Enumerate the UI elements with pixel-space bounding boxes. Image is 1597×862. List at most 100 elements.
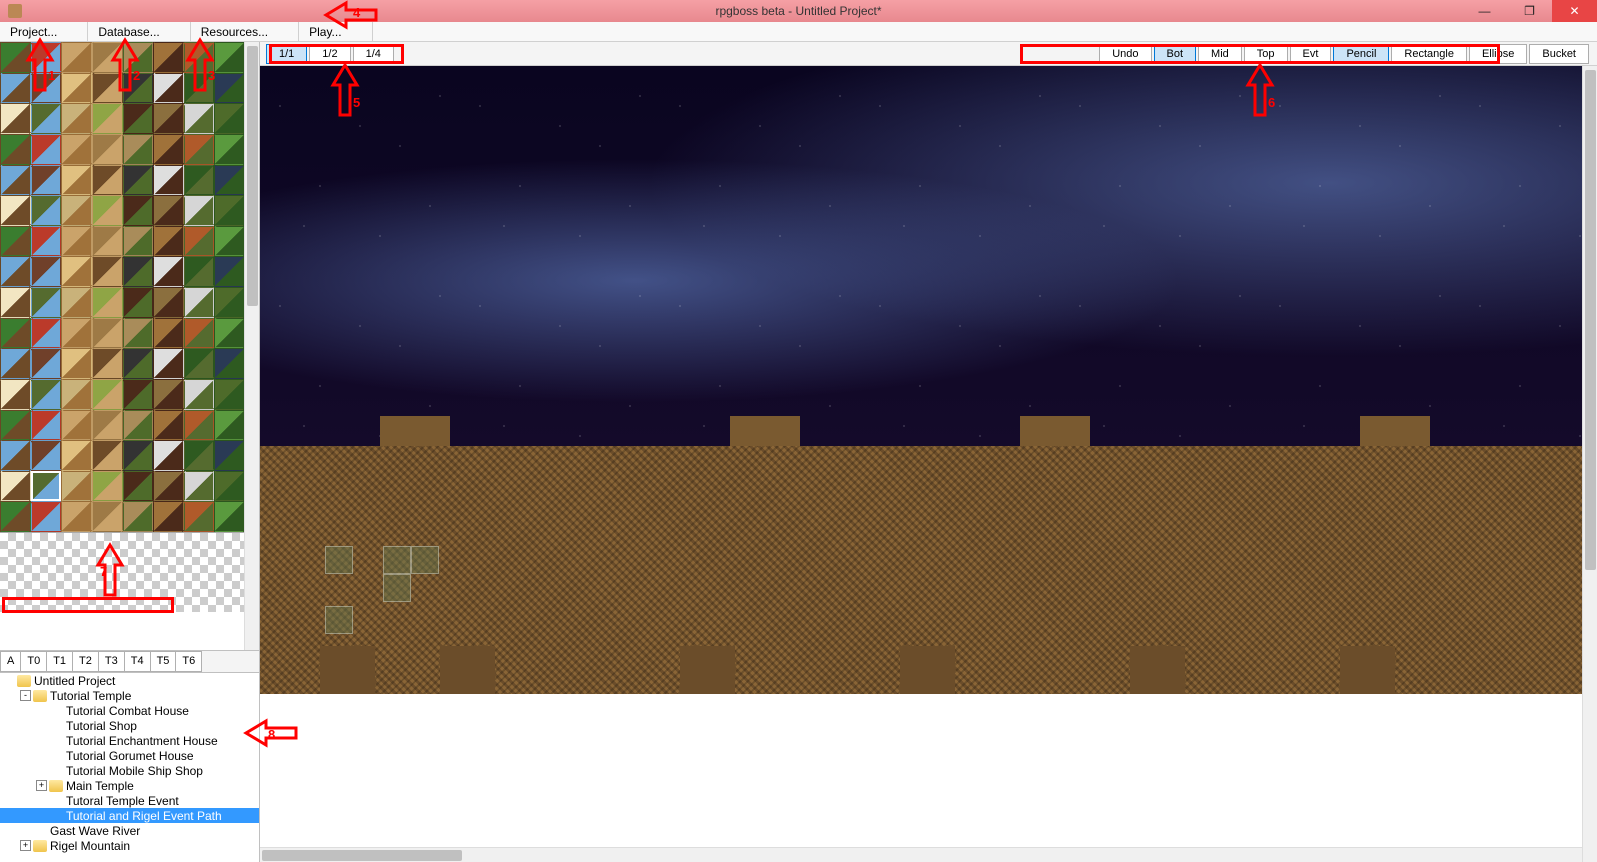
map-event-marker[interactable] <box>383 546 411 574</box>
palette-tile[interactable] <box>0 501 31 532</box>
palette-tile[interactable] <box>214 410 245 441</box>
tileset-tab-t3[interactable]: T3 <box>98 651 125 672</box>
palette-tile[interactable] <box>153 134 184 165</box>
palette-tile[interactable] <box>153 73 184 104</box>
map-event-marker[interactable] <box>325 606 353 634</box>
tree-item[interactable]: Tutorial Enchantment House <box>0 733 259 748</box>
tileset-tab-a[interactable]: A <box>0 651 21 672</box>
palette-tile[interactable] <box>123 348 154 379</box>
map-event-marker[interactable] <box>411 546 439 574</box>
palette-tile[interactable] <box>214 73 245 104</box>
palette-tile[interactable] <box>61 318 92 349</box>
palette-tile[interactable] <box>123 501 154 532</box>
palette-tile[interactable] <box>184 501 215 532</box>
palette-tile[interactable] <box>0 73 31 104</box>
tileset-tab-t6[interactable]: T6 <box>175 651 202 672</box>
tree-item[interactable]: Gast Wave River <box>0 823 259 838</box>
palette-tile[interactable] <box>31 287 62 318</box>
tree-item[interactable]: -Tutorial Temple <box>0 688 259 703</box>
palette-tile[interactable] <box>153 103 184 134</box>
palette-tile[interactable] <box>153 379 184 410</box>
tree-item[interactable]: +Main Temple <box>0 778 259 793</box>
palette-tile[interactable] <box>31 103 62 134</box>
palette-tile[interactable] <box>153 226 184 257</box>
zoom-1-1[interactable]: 1/1 <box>266 44 307 64</box>
palette-tile[interactable] <box>123 287 154 318</box>
palette-tile[interactable] <box>61 348 92 379</box>
palette-tile[interactable] <box>61 379 92 410</box>
tree-item[interactable]: Tutorial Shop <box>0 718 259 733</box>
menu-resources[interactable]: Resources... <box>191 22 299 41</box>
palette-tile[interactable] <box>184 103 215 134</box>
tree-item[interactable]: Tutorial Gorumet House <box>0 748 259 763</box>
tool-pencil-button[interactable]: Pencil <box>1333 44 1389 64</box>
palette-tile[interactable] <box>214 471 245 502</box>
palette-tile[interactable] <box>31 256 62 287</box>
palette-tile[interactable] <box>123 440 154 471</box>
tree-expander-icon[interactable]: + <box>20 840 31 851</box>
palette-tile[interactable] <box>214 134 245 165</box>
palette-tile[interactable] <box>31 134 62 165</box>
tree-expander-icon[interactable]: - <box>20 690 31 701</box>
zoom-1-2[interactable]: 1/2 <box>309 44 350 64</box>
tileset-tab-t2[interactable]: T2 <box>72 651 99 672</box>
palette-tile[interactable] <box>214 287 245 318</box>
layer-bot-button[interactable]: Bot <box>1154 44 1197 64</box>
palette-tile[interactable] <box>214 379 245 410</box>
tool-bucket-button[interactable]: Bucket <box>1529 44 1589 64</box>
layer-top-button[interactable]: Top <box>1244 44 1288 64</box>
tree-item[interactable]: Tutoral Temple Event <box>0 793 259 808</box>
palette-tile[interactable] <box>123 379 154 410</box>
palette-tile[interactable] <box>92 256 123 287</box>
palette-tile[interactable] <box>184 471 215 502</box>
palette-tile[interactable] <box>0 165 31 196</box>
palette-tile[interactable] <box>153 195 184 226</box>
palette-tile[interactable] <box>61 256 92 287</box>
palette-tile[interactable] <box>61 73 92 104</box>
palette-tile[interactable] <box>184 379 215 410</box>
tile-palette[interactable] <box>0 42 259 650</box>
tree-item[interactable]: Tutorial Mobile Ship Shop <box>0 763 259 778</box>
palette-tile[interactable] <box>92 195 123 226</box>
palette-tile[interactable] <box>0 256 31 287</box>
palette-tile[interactable] <box>92 287 123 318</box>
layer-mid-button[interactable]: Mid <box>1198 44 1242 64</box>
palette-tile[interactable] <box>214 348 245 379</box>
palette-tile[interactable] <box>153 348 184 379</box>
palette-tile[interactable] <box>0 195 31 226</box>
palette-tile[interactable] <box>31 165 62 196</box>
palette-tile[interactable] <box>92 440 123 471</box>
palette-tile[interactable] <box>123 134 154 165</box>
tree-item[interactable]: Tutorial and Rigel Event Path <box>0 808 259 823</box>
palette-tile[interactable] <box>92 103 123 134</box>
tileset-tab-t1[interactable]: T1 <box>46 651 73 672</box>
palette-tile[interactable] <box>31 379 62 410</box>
tileset-tab-t4[interactable]: T4 <box>124 651 151 672</box>
palette-tile[interactable] <box>153 318 184 349</box>
palette-tile[interactable] <box>0 226 31 257</box>
map-event-marker[interactable] <box>325 546 353 574</box>
palette-tile[interactable] <box>184 410 215 441</box>
palette-tile[interactable] <box>0 134 31 165</box>
menu-play[interactable]: Play... <box>299 22 372 41</box>
palette-tile[interactable] <box>153 440 184 471</box>
palette-tile[interactable] <box>184 256 215 287</box>
window-maximize-button[interactable]: ❐ <box>1507 0 1552 22</box>
palette-tile[interactable] <box>0 440 31 471</box>
tool-rectangle-button[interactable]: Rectangle <box>1391 44 1467 64</box>
palette-tile[interactable] <box>214 256 245 287</box>
layer-evt-button[interactable]: Evt <box>1290 44 1332 64</box>
palette-tile[interactable] <box>0 42 31 73</box>
palette-tile[interactable] <box>61 42 92 73</box>
palette-tile[interactable] <box>214 226 245 257</box>
palette-tile[interactable] <box>184 440 215 471</box>
zoom-1-4[interactable]: 1/4 <box>353 44 394 64</box>
palette-tile[interactable] <box>214 165 245 196</box>
palette-tile[interactable] <box>214 103 245 134</box>
palette-tile[interactable] <box>153 501 184 532</box>
palette-tile[interactable] <box>153 256 184 287</box>
tree-expander-icon[interactable]: + <box>36 780 47 791</box>
canvas-v-scrollbar[interactable] <box>1582 66 1597 862</box>
palette-tile[interactable] <box>61 103 92 134</box>
palette-tile[interactable] <box>61 501 92 532</box>
